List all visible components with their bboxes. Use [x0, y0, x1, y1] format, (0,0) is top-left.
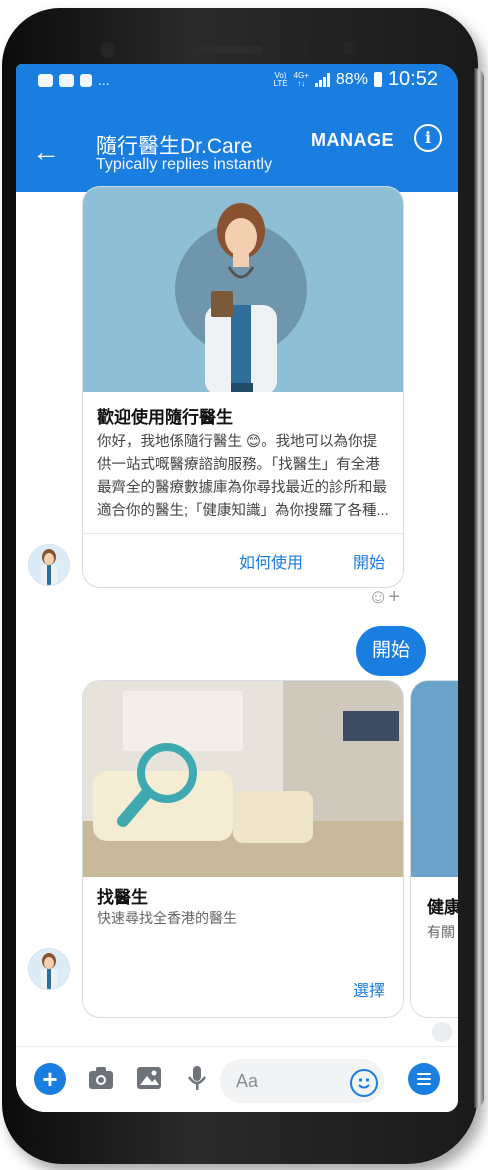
health-title: 健康 [427, 898, 458, 917]
back-arrow-icon[interactable]: ← [32, 138, 60, 166]
composer-bar: + Aa [16, 1046, 458, 1112]
smile-face-icon [358, 1078, 370, 1089]
carousel-card-find-doctor[interactable]: 找醫生 快速尋找全香港的醫生 選擇 [82, 680, 404, 1018]
more-notifications: ... [98, 72, 110, 88]
speaker-grille [192, 46, 262, 54]
battery-percent: 88% [335, 70, 368, 88]
doctor-illustration [83, 187, 403, 395]
4g-indicator: 4G+ ↑↓ [294, 71, 309, 88]
seen-avatar [432, 1022, 452, 1042]
clinic-photo [83, 681, 403, 877]
menu-icon[interactable] [408, 1063, 440, 1095]
health-subtitle: 有關 [427, 924, 455, 940]
proximity-sensor [298, 42, 310, 54]
wechat-icon [38, 73, 53, 87]
phone-frame: ... Vo) LTE 4G+ ↑↓ 88% 10:52 ← 隨行醫生Dr.Ca… [2, 8, 484, 1164]
doctor-avatar-icon [29, 545, 69, 585]
message-icon [59, 73, 74, 87]
manage-button[interactable]: MANAGE [311, 130, 394, 151]
camera-icon[interactable] [86, 1063, 116, 1093]
select-button[interactable]: 選擇 [353, 977, 385, 1001]
signal-icon [314, 72, 330, 87]
reply-status: Typically replies instantly [96, 156, 273, 173]
bot-avatar [28, 544, 70, 586]
message-list[interactable]: 歡迎使用隨行醫生 你好，我地係隨行醫生 😊。我地可以為你提供一站式嘅醫療諮詢服務… [16, 186, 458, 1046]
facebook-icon [80, 73, 92, 87]
start-button[interactable]: 開始 [353, 549, 385, 573]
info-icon[interactable]: i [414, 124, 442, 152]
health-photo [411, 681, 458, 877]
notification-icons: ... [38, 72, 110, 88]
gallery-icon[interactable] [134, 1063, 164, 1093]
status-bar: ... Vo) LTE 4G+ ↑↓ 88% 10:52 [16, 64, 458, 94]
light-sensor [342, 42, 354, 54]
battery-icon [373, 72, 382, 87]
carousel-card-health[interactable]: 健康 有關 [410, 680, 458, 1018]
bot-avatar [28, 948, 70, 990]
welcome-title: 歡迎使用隨行醫生 [97, 408, 233, 427]
card-divider [83, 533, 403, 534]
microphone-icon[interactable] [182, 1063, 212, 1093]
lte-label: LTE [273, 78, 288, 88]
clinic-photo-icon [83, 681, 403, 877]
how-to-use-button[interactable]: 如何使用 [239, 549, 303, 573]
chat-header: ← 隨行醫生Dr.Care Typically replies instantl… [16, 94, 458, 192]
doctor-avatar-icon [29, 949, 69, 989]
front-camera [100, 42, 116, 58]
volte-indicator: Vo) LTE [273, 71, 288, 88]
plus-icon[interactable]: + [34, 1063, 66, 1095]
clock: 10:52 [387, 68, 438, 90]
welcome-card: 歡迎使用隨行醫生 你好，我地係隨行醫生 😊。我地可以為你提供一站式嘅醫療諮詢服務… [82, 186, 404, 588]
add-reaction-icon[interactable]: ☺+ [368, 586, 400, 609]
message-input-placeholder: Aa [236, 1071, 259, 1091]
user-message: 開始 [356, 626, 426, 676]
welcome-body: 你好，我地係隨行醫生 😊。我地可以為你提供一站式嘅醫療諮詢服務。「找醫生」有全港… [97, 434, 389, 519]
find-doctor-title: 找醫生 [97, 888, 148, 907]
find-doctor-subtitle: 快速尋找全香港的醫生 [97, 910, 237, 926]
doctor-illustration-icon [83, 187, 403, 395]
phone-screen: ... Vo) LTE 4G+ ↑↓ 88% 10:52 ← 隨行醫生Dr.Ca… [16, 64, 458, 1112]
emoji-icon[interactable] [350, 1069, 378, 1097]
system-indicators: Vo) LTE 4G+ ↑↓ 88% 10:52 [273, 68, 438, 91]
data-arrows: ↑↓ [297, 78, 306, 88]
